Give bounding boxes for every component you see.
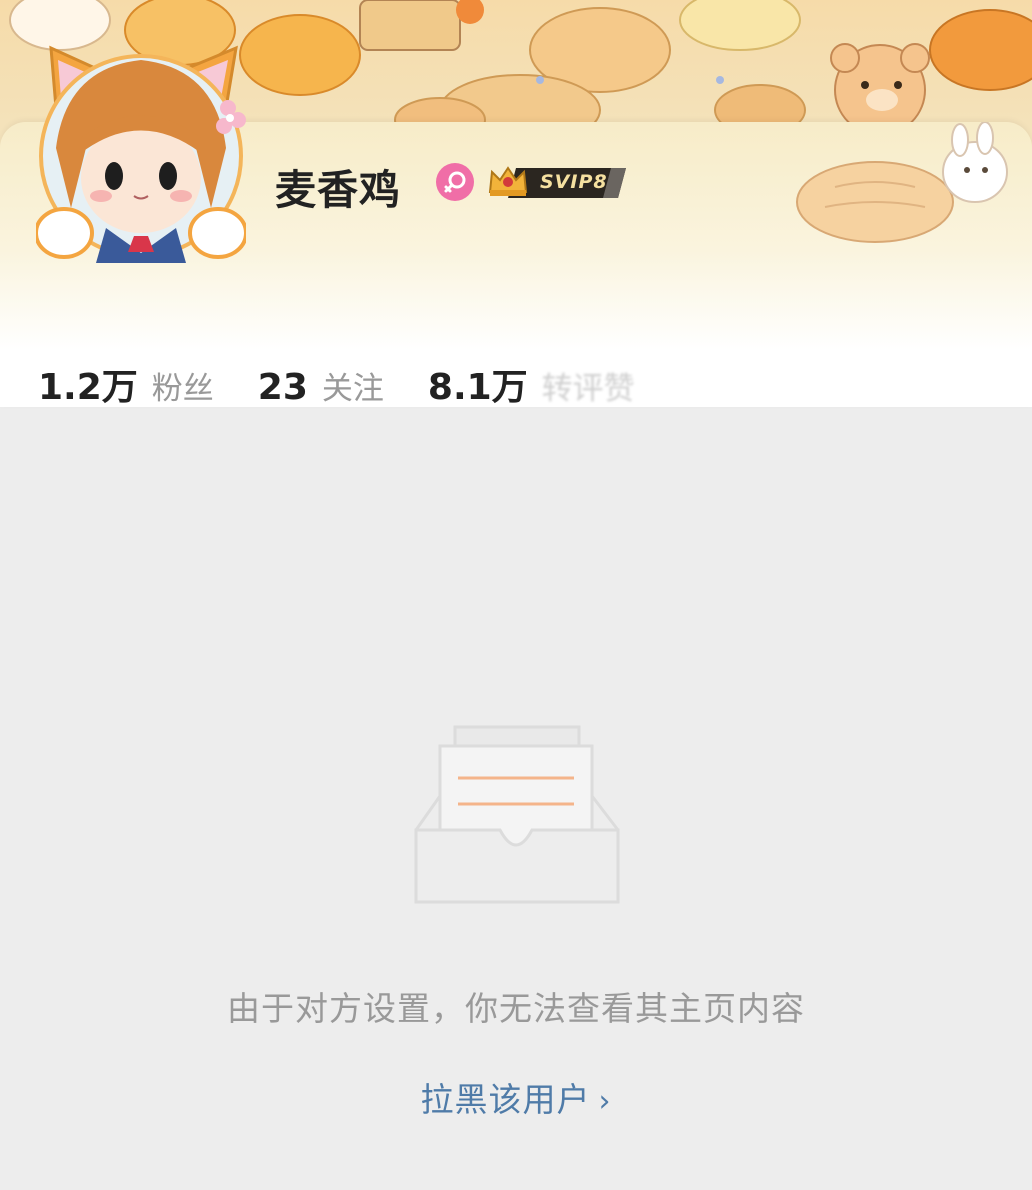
block-user-link[interactable]: 拉黑该用户 › bbox=[0, 1073, 1032, 1121]
stat-value: 23 bbox=[257, 367, 308, 408]
username: 麦香鸡 bbox=[275, 166, 401, 214]
stat-value: 1.2万 bbox=[38, 367, 138, 408]
female-icon bbox=[436, 163, 474, 201]
avatar[interactable] bbox=[36, 38, 246, 268]
stat-label: 关注 bbox=[321, 371, 384, 407]
bread-illustration bbox=[796, 122, 1008, 243]
stat-followers[interactable]: 1.2万 粉丝 bbox=[38, 358, 214, 410]
chevron-right-icon: › bbox=[598, 1084, 612, 1119]
empty-inbox-icon bbox=[414, 725, 620, 904]
stats-row: 1.2万 粉丝 23 关注 8.1万 转评赞 bbox=[38, 358, 679, 408]
stat-label: 粉丝 bbox=[151, 371, 214, 407]
stat-value: 8.1万 bbox=[427, 367, 528, 408]
stat-label: 转评赞 bbox=[541, 371, 635, 407]
svip-level-text: SVIP8 bbox=[540, 171, 608, 193]
block-user-label: 拉黑该用户 bbox=[420, 1080, 591, 1119]
stat-likes: 8.1万 转评赞 bbox=[428, 358, 635, 410]
empty-state-message: 由于对方设置，你无法查看其主页内容 bbox=[227, 989, 805, 1028]
stat-following[interactable]: 23 关注 bbox=[258, 363, 384, 408]
